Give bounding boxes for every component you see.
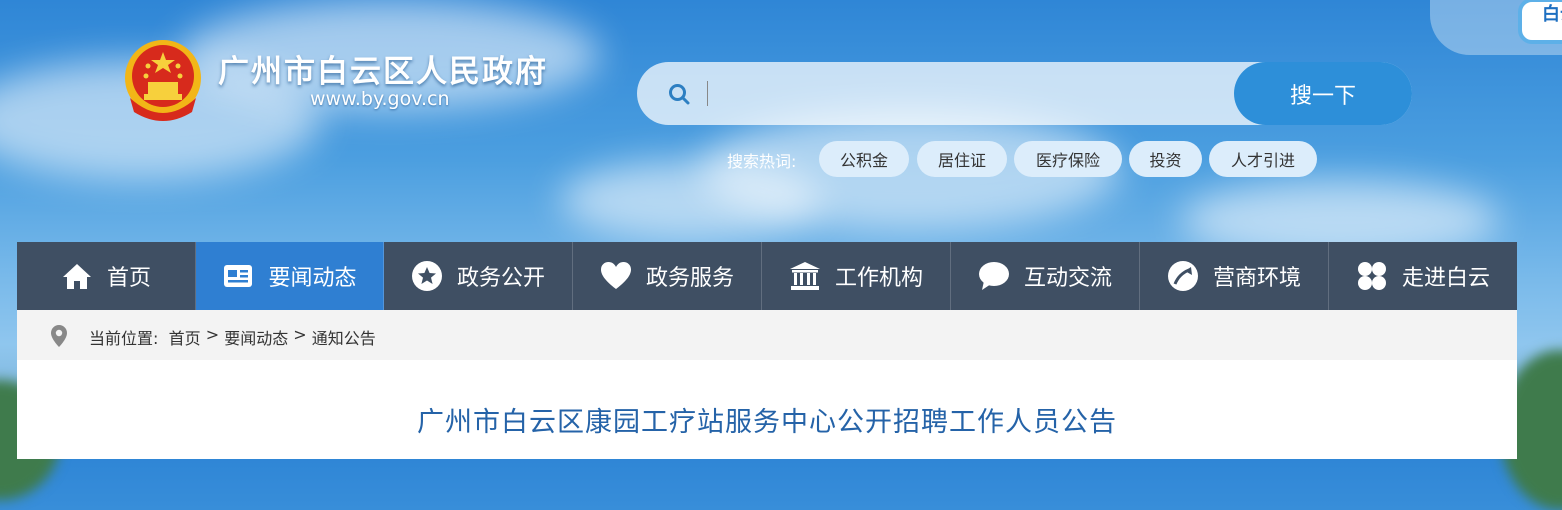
search-input[interactable] xyxy=(715,76,1219,113)
news-icon xyxy=(224,265,253,287)
hot-words-label: 搜索热词: xyxy=(727,152,797,171)
site-url[interactable]: www.by.gov.cn xyxy=(310,88,450,110)
article-panel: 广州市白云区康园工疗站服务中心公开招聘工作人员公告 xyxy=(17,360,1517,459)
chat-icon xyxy=(978,262,1009,290)
article-title: 广州市白云区康园工疗站服务中心公开招聘工作人员公告 xyxy=(417,407,1117,438)
breadcrumb-trail: 当前位置: 首页 > 要闻动态 > 通知公告 xyxy=(89,325,376,349)
nav-item-label: 要闻动态 xyxy=(268,266,357,291)
search-caret xyxy=(707,81,708,106)
nav-item-about-baiyun[interactable]: 走进白云 xyxy=(1329,242,1517,310)
breadcrumb-item[interactable]: 首页 xyxy=(169,325,201,349)
nav-item-label: 政务服务 xyxy=(645,266,734,291)
nav-item-label: 营商环境 xyxy=(1212,266,1301,291)
clover-icon xyxy=(1357,262,1386,290)
breadcrumb: 当前位置: 首页 > 要闻动态 > 通知公告 xyxy=(17,310,1517,360)
nav-item-agencies[interactable]: 工作机构 xyxy=(762,242,951,310)
search-button[interactable]: 搜一下 xyxy=(1234,62,1412,125)
hot-tag[interactable]: 投资 xyxy=(1129,141,1202,177)
main-nav: 首页 要闻动态 政务公开 政务服务 工作机构 互动交流 营商环境 走进白云 xyxy=(17,242,1517,310)
hot-tag[interactable]: 公积金 xyxy=(819,141,909,177)
breadcrumb-item[interactable]: 通知公告 xyxy=(312,325,376,349)
growth-icon xyxy=(1167,261,1198,291)
hot-tag[interactable]: 医疗保险 xyxy=(1014,141,1122,177)
national-emblem-icon xyxy=(125,40,201,121)
home-icon xyxy=(62,264,91,289)
breadcrumb-item[interactable]: 要闻动态 xyxy=(224,325,288,349)
nav-item-label: 首页 xyxy=(106,266,151,291)
hot-tag[interactable]: 居住证 xyxy=(917,141,1007,177)
nav-item-label: 走进白云 xyxy=(1401,266,1490,291)
nav-item-label: 工作机构 xyxy=(834,266,923,291)
location-pin-icon xyxy=(51,325,67,347)
nav-item-government-affairs[interactable]: 政务公开 xyxy=(384,242,573,310)
breadcrumb-prefix: 当前位置: xyxy=(89,329,159,348)
nav-item-interaction[interactable]: 互动交流 xyxy=(951,242,1140,310)
heart-icon xyxy=(600,262,631,289)
breadcrumb-separator: > xyxy=(293,325,307,344)
star-icon xyxy=(411,261,442,291)
search-icon[interactable] xyxy=(668,83,690,105)
building-icon xyxy=(789,262,820,290)
search-box: 搜一下 xyxy=(637,62,1412,125)
site-title[interactable]: 广州市白云区人民政府 xyxy=(218,46,548,91)
nav-item-home[interactable]: 首页 xyxy=(17,242,196,310)
nav-item-news[interactable]: 要闻动态 xyxy=(196,242,384,310)
nav-item-services[interactable]: 政务服务 xyxy=(573,242,762,310)
corner-badge[interactable]: 白云 xyxy=(1430,0,1562,55)
nav-item-label: 互动交流 xyxy=(1023,266,1112,291)
nav-item-business-environment[interactable]: 营商环境 xyxy=(1140,242,1329,310)
nav-item-label: 政务公开 xyxy=(456,266,545,291)
breadcrumb-separator: > xyxy=(205,325,220,344)
hot-tag[interactable]: 人才引进 xyxy=(1209,141,1317,177)
breadcrumb-spacer xyxy=(158,325,168,349)
corner-badge-label: 白云 xyxy=(1518,0,1562,44)
